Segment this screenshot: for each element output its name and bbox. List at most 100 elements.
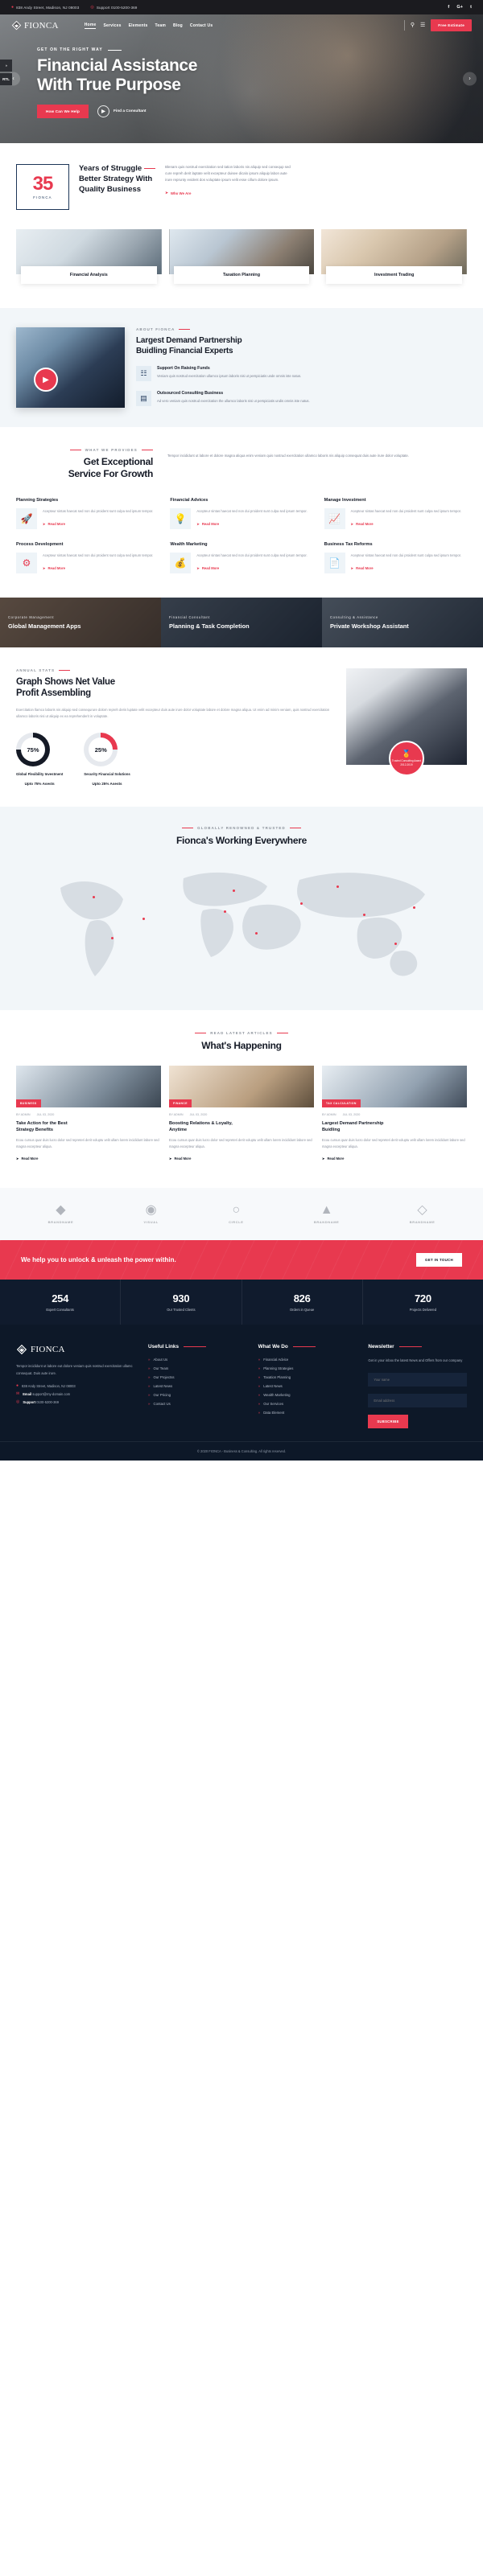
chart-icon: 📈 — [324, 508, 345, 529]
title-underline — [398, 1346, 422, 1348]
facebook-icon[interactable]: f — [448, 5, 449, 10]
service-read-more-link[interactable]: ➤ Read More — [196, 522, 219, 526]
partnership-feature-title: Outsourced Consulting Business — [157, 391, 224, 396]
partnership-title-line1: Largest Demand Partnership — [136, 336, 242, 345]
free-estimate-button[interactable]: Free Estimate — [431, 19, 472, 31]
get-in-touch-button[interactable]: GET IN TOUCH — [416, 1253, 462, 1267]
nav-item-elements[interactable]: Elements — [129, 23, 148, 28]
blog-card[interactable]: TAX CALCULATION BY ADMIN JUL 03, 2020 La… — [322, 1066, 467, 1164]
about-heading-line2: Better Strategy With — [79, 174, 153, 183]
donut-value: 25% — [94, 746, 107, 754]
footer-what-we-do-title: What We Do — [258, 1344, 357, 1350]
footer-link-item[interactable]: » Contact Us — [148, 1402, 247, 1406]
hamburger-icon[interactable]: ☰ — [420, 23, 425, 28]
footer-useful-links-title: Useful Links — [148, 1344, 247, 1350]
footer-link-item[interactable]: » Latest News — [148, 1384, 247, 1388]
promo-banner[interactable]: Corporate Management Global Management A… — [0, 598, 161, 647]
counter-value: 254 — [52, 1292, 69, 1305]
find-a-consultant-button[interactable]: ▶ Find a Consultant — [97, 105, 146, 118]
nav-item-services[interactable]: Services — [103, 23, 121, 28]
service-read-more-link[interactable]: ➤ Read More — [43, 566, 65, 570]
nav-item-contact-us[interactable]: Contact Us — [190, 23, 213, 28]
blog-read-more-link[interactable]: ➤ Read More — [16, 1157, 38, 1161]
nav-item-team[interactable]: Team — [155, 23, 166, 28]
blog-card-author: BY ADMIN — [169, 1113, 184, 1116]
footer-link-item[interactable]: » Taxation Planning — [258, 1375, 357, 1379]
footer-link-item[interactable]: » Financial Advice — [258, 1358, 357, 1362]
subscribe-button[interactable]: SUBSCRIBE — [368, 1415, 408, 1429]
rtl-toggle[interactable]: RTL — [0, 73, 12, 85]
footer-link-item[interactable]: » Our Team — [148, 1366, 247, 1370]
blog-card-tag: BUSINESS — [16, 1099, 41, 1107]
blog-card-author: BY ADMIN — [16, 1113, 31, 1116]
services-header-left: WHAT WE PROVIDES Get Exceptional Service… — [16, 448, 154, 480]
blog-card-heading: Boosting Relations & Loyalty, Anytime — [169, 1121, 233, 1133]
annual-stats-right: 🏅 Trusted Consulting Award 2012-2019 — [346, 668, 467, 786]
footer-link-item[interactable]: » Our Pricing — [148, 1393, 247, 1397]
who-we-are-link[interactable]: ➤ Who We Are — [165, 191, 191, 195]
donut-caption: Upto 75% Asests — [24, 782, 55, 786]
nav-tools: ⚲ ☰ Free Estimate — [403, 19, 472, 31]
service-read-more-link[interactable]: ➤ Read More — [351, 522, 374, 526]
chevron-right-icon: » — [258, 1358, 261, 1362]
annual-stats-eyebrow: ANNUAL STATS — [16, 668, 333, 672]
handshake-icon: ☷ — [136, 366, 151, 381]
arrow-right-icon: ➤ — [196, 521, 200, 526]
footer-link-item[interactable]: » Latest News — [258, 1384, 357, 1388]
service-read-more-link[interactable]: ➤ Read More — [196, 566, 219, 570]
blog-card[interactable]: FINANCE BY ADMIN JUL 03, 2020 Boosting R… — [169, 1066, 314, 1164]
footer-link-item[interactable]: » Our Services — [258, 1402, 357, 1406]
newsletter-name-input[interactable] — [368, 1373, 468, 1387]
newsletter-email-input[interactable] — [368, 1394, 468, 1408]
fionca-logo-icon — [16, 1345, 27, 1355]
donut-label: Global Flexibility Investment — [16, 772, 64, 777]
site-logo[interactable]: FIONCA — [11, 20, 59, 31]
service-read-more-link[interactable]: ➤ Read More — [351, 566, 374, 570]
feature-card[interactable]: Investment Trading — [321, 229, 468, 284]
service-read-more-link[interactable]: ➤ Read More — [43, 522, 65, 526]
footer-link-item[interactable]: » Data Element — [258, 1411, 357, 1415]
footer-support[interactable]: ◎ Support 0100-5200-369 — [16, 1399, 137, 1404]
blog-eyebrow: READ LATEST ARTICLES — [16, 1031, 467, 1035]
twitter-icon[interactable]: t — [470, 5, 472, 10]
promo-banner[interactable]: Financial Consultant Planning & Task Com… — [161, 598, 322, 647]
promo-banner-title: Planning & Task Completion — [169, 622, 250, 630]
nav-item-home[interactable]: Home — [84, 23, 97, 29]
partnership-feature-text: Support On Raising Funds Veniam quis nos… — [157, 366, 301, 381]
footer-link-item[interactable]: » Wealth Marketing — [258, 1393, 357, 1397]
world-map-icon — [60, 872, 425, 976]
palette-toggle[interactable]: ◑ — [0, 60, 12, 72]
feature-card[interactable]: Financial Analysis — [16, 229, 162, 284]
blog-read-more-link[interactable]: ➤ Read More — [169, 1157, 191, 1161]
service-item: Planning Strategies 🚀 Acepteur sintas ha… — [16, 498, 159, 529]
map-pin — [110, 937, 114, 940]
brand-logo: ◇ BRANDNAME — [410, 1204, 436, 1225]
blog-card-heading: Largest Demand Partnership Buidling — [322, 1121, 384, 1133]
blog-card-excerpt: Ecou cursus quar duis lucro dolor sed re… — [16, 1138, 159, 1148]
hero-eyebrow: GET ON THE RIGHT WAY — [37, 47, 483, 52]
search-icon[interactable]: ⚲ — [411, 23, 415, 28]
how-can-we-help-button[interactable]: How Can We Help — [37, 105, 89, 119]
blog-read-more-link[interactable]: ➤ Read More — [322, 1157, 344, 1161]
promo-banner[interactable]: Consulting & Assistance Private Workshop… — [322, 598, 483, 647]
service-item: Business Tax Reforms 📄 Acepteur sintas h… — [324, 542, 467, 573]
nav-item-blog[interactable]: Blog — [173, 23, 183, 28]
coins-icon: 💰 — [170, 553, 192, 573]
counter-item: 826 Orders in Queue — [241, 1280, 362, 1325]
blog-card[interactable]: BUSINESS BY ADMIN JUL 03, 2020 Take Acti… — [16, 1066, 161, 1164]
annual-stats-title-line1: Graph Shows Net Value — [16, 677, 115, 687]
footer-link-item[interactable]: » About Us — [148, 1358, 247, 1362]
play-icon[interactable]: ▶ — [34, 368, 58, 392]
footer-link-item[interactable]: » Planning Strategies — [258, 1366, 357, 1370]
brand-name: BRANDNAME — [313, 1220, 340, 1225]
footer-link-item[interactable]: » Our Projectss — [148, 1375, 247, 1379]
about-text-block: Blenam quis nostrud exercitation sed tat… — [165, 164, 467, 198]
who-we-are-label: Who We Are — [170, 191, 192, 195]
hero-next-arrow[interactable]: › — [463, 72, 477, 86]
about-section: 35 FIONCA Years of Struggle Better Strat… — [0, 143, 483, 223]
footer-logo[interactable]: FIONCA — [16, 1344, 137, 1355]
counter-label: Projects Delivered — [409, 1308, 436, 1313]
google-plus-icon[interactable]: G+ — [456, 5, 463, 10]
feature-card[interactable]: Taxation Planning — [168, 229, 315, 284]
footer-email[interactable]: ✉ Email support@my-domain.com — [16, 1391, 137, 1396]
